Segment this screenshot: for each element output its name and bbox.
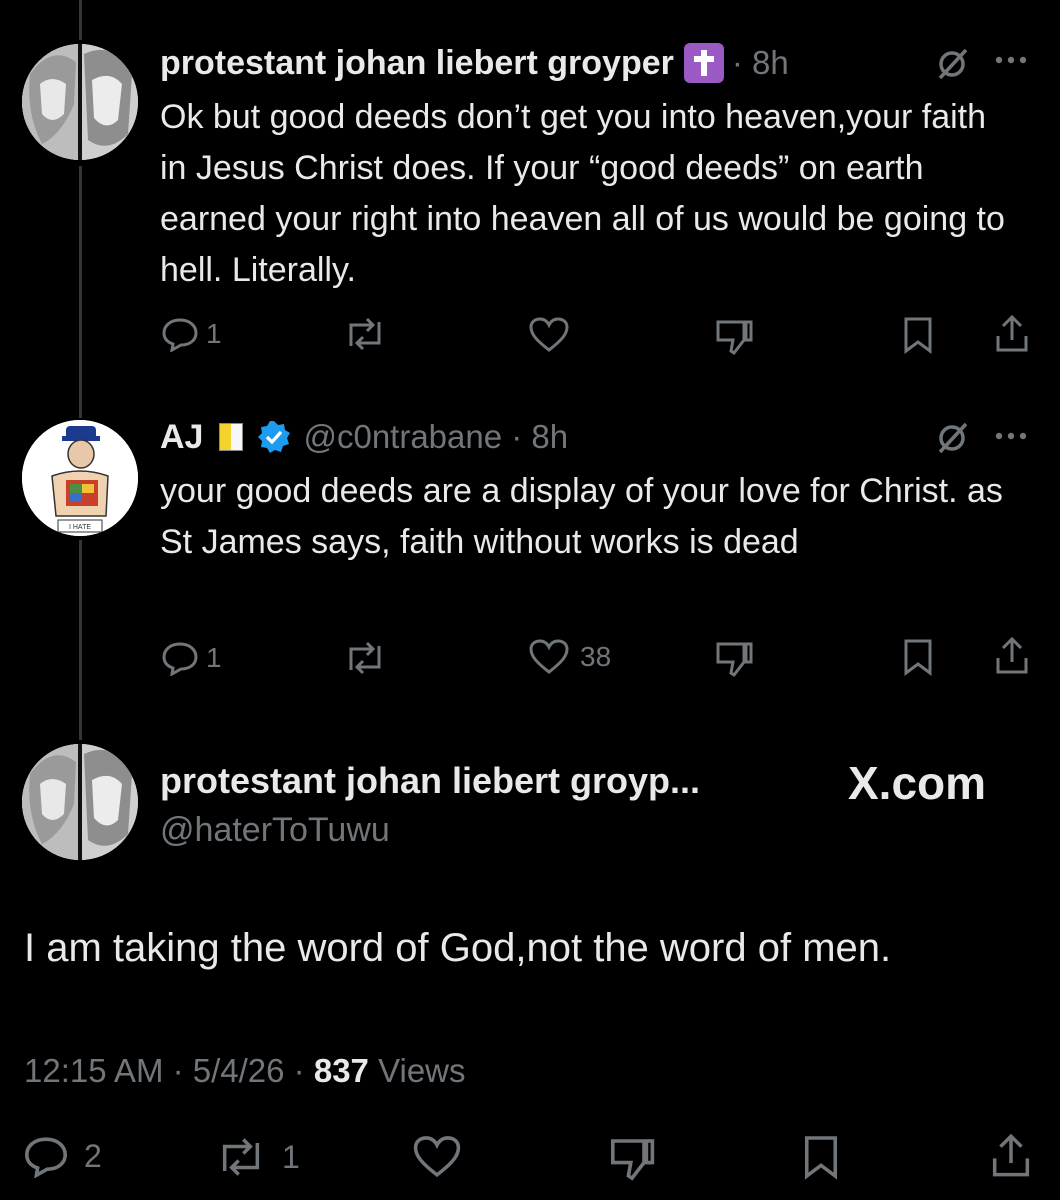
repost-icon [342,640,388,676]
views-count: 837 [313,1052,369,1089]
bookmark-button[interactable] [902,638,934,676]
svg-text:I HATE: I HATE [69,524,91,531]
like-button[interactable] [528,316,570,354]
verified-badge-icon [257,420,291,454]
main-author-handle[interactable]: @haterToTuwu [160,808,390,852]
more-options-icon[interactable] [994,430,1028,442]
thread-line-top [79,0,82,40]
reply-icon [160,316,200,352]
heart-icon [412,1134,462,1180]
post-text: Ok but good deeds don’t get you into hea… [160,98,1005,289]
reply1-header: protestant johan liebert groyper · 8h [160,40,789,86]
post-time[interactable]: · 8h [732,44,789,82]
vatican-flag-icon [219,423,244,451]
grok-icon[interactable] [934,46,970,82]
repost-button[interactable] [342,316,388,352]
post-timestamp[interactable]: 12:15 AM · 5/4/26 · [24,1052,305,1089]
post-metadata: 12:15 AM · 5/4/26 · 837 Views [24,1052,466,1090]
like-button[interactable]: 38 [528,638,611,676]
reply2-header: AJ @c0ntrabane · 8h [160,414,568,460]
repost-button[interactable]: 1 [214,1136,300,1178]
reply-count: 1 [206,642,222,673]
author-name[interactable]: AJ [160,418,203,457]
x-com-logo: X.com [848,757,987,809]
author-name[interactable]: protestant johan liebert groyp... [160,760,700,802]
share-icon [994,314,1030,354]
latin-cross-icon [683,43,724,83]
thread-line-bottom [79,540,82,740]
share-icon [990,1132,1032,1180]
more-options-icon[interactable] [994,54,1028,66]
dislike-icon [714,640,754,678]
heart-icon [528,638,570,676]
heart-icon [528,316,570,354]
grok-icon[interactable] [934,420,970,456]
bookmark-icon [902,316,934,354]
bookmark-button[interactable] [902,316,934,354]
like-button[interactable] [412,1134,462,1180]
share-button[interactable] [994,636,1030,676]
thread-line-middle [79,166,82,418]
repost-count: 1 [282,1138,300,1175]
reply-count: 2 [84,1137,102,1174]
bookmark-icon [802,1134,840,1180]
reply-count: 1 [206,318,222,349]
like-count: 38 [580,641,612,672]
main-post-text: I am taking the word of God,not the word… [24,926,892,970]
dislike-icon [714,318,754,356]
repost-icon [214,1136,268,1178]
repost-button[interactable] [342,640,388,676]
share-button[interactable] [990,1132,1032,1180]
reply-button[interactable]: 1 [160,640,222,676]
reply-icon [22,1134,70,1178]
dislike-button[interactable] [714,640,754,678]
share-icon [994,636,1030,676]
post-text: your good deeds are a display of your lo… [160,472,1003,561]
dislike-button[interactable] [608,1136,656,1182]
reply-icon [160,640,200,676]
avatar[interactable]: I HATE [22,420,138,536]
bookmark-icon [902,638,934,676]
reply-button[interactable]: 1 [160,316,222,352]
repost-icon [342,316,388,352]
avatar[interactable] [22,744,138,860]
views-label: Views [378,1052,466,1089]
author-name[interactable]: protestant johan liebert groyper [160,44,674,83]
bookmark-button[interactable] [802,1134,840,1180]
main-author-name[interactable]: protestant johan liebert groyp... [160,758,700,804]
share-button[interactable] [994,314,1030,354]
avatar[interactable] [22,44,138,160]
dislike-icon [608,1136,656,1182]
handle-and-time[interactable]: @c0ntrabane · 8h [303,418,568,456]
reply-button[interactable]: 2 [22,1134,102,1178]
author-handle[interactable]: @haterToTuwu [160,811,390,850]
dislike-button[interactable] [714,318,754,356]
